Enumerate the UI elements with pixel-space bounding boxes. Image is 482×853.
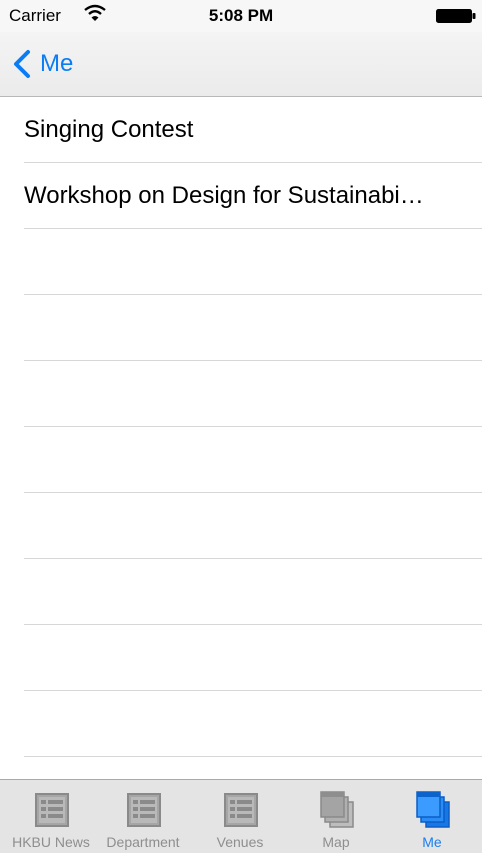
tab-hkbu-news[interactable]: HKBU News: [3, 780, 99, 853]
tab-label: HKBU News: [12, 834, 90, 850]
list-icon: [127, 793, 161, 827]
list-item: [24, 427, 482, 493]
list-item-title: Workshop on Design for Sustainabi…: [24, 181, 424, 209]
list-item: [24, 493, 482, 559]
list-item[interactable]: Singing Contest: [24, 97, 482, 163]
tab-label: Map: [322, 834, 350, 850]
status-bar: Carrier 5:08 PM: [0, 0, 482, 32]
navigation-bar: Me: [0, 32, 482, 97]
tab-label: Venues: [216, 834, 264, 850]
list-icon: [35, 793, 69, 827]
battery-icon: [436, 9, 476, 23]
back-button[interactable]: Me: [12, 47, 73, 81]
list-item-title: Singing Contest: [24, 115, 194, 143]
list-item: [24, 625, 482, 691]
stacked-windows-icon: [416, 791, 450, 828]
list-item: [24, 691, 482, 757]
tab-bar: HKBU News Department Venues Map Me: [0, 779, 482, 853]
list-item: [24, 757, 482, 779]
event-list: Singing Contest Workshop on Design for S…: [0, 97, 482, 779]
list-icon: [224, 793, 258, 827]
list-item: [24, 229, 482, 295]
tab-map[interactable]: Map: [288, 780, 384, 853]
tab-department[interactable]: Department: [95, 780, 191, 853]
tab-label: Department: [106, 834, 180, 850]
stacked-windows-icon: [320, 791, 354, 828]
tab-venues[interactable]: Venues: [192, 780, 288, 853]
list-item: [24, 295, 482, 361]
chevron-left-icon: [14, 50, 30, 78]
tab-me[interactable]: Me: [384, 780, 480, 853]
list-item[interactable]: Workshop on Design for Sustainabi…: [24, 163, 482, 229]
list-item: [24, 559, 482, 625]
tab-label: Me: [422, 834, 442, 850]
status-time: 5:08 PM: [208, 6, 274, 25]
list-item: [24, 361, 482, 427]
back-button-label: Me: [40, 50, 74, 77]
